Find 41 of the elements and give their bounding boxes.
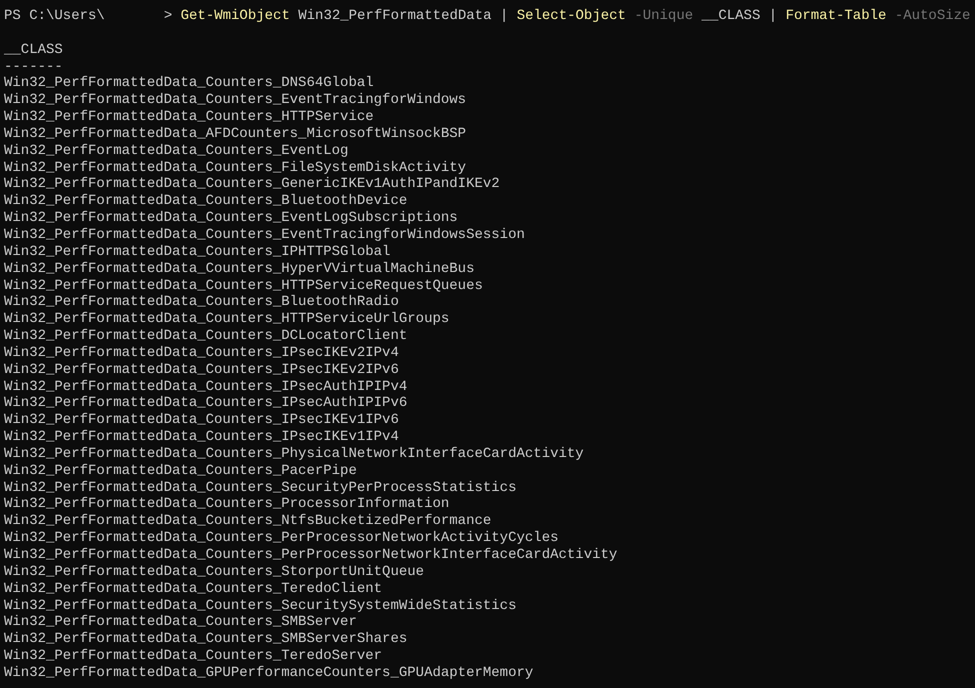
- table-cell: Win32_PerfFormattedData_Counters_HTTPService: [4, 109, 374, 126]
- table-cell: Win32_PerfFormattedData_Counters_SecurityPerProcessStatistics: [4, 480, 516, 496]
- table-cell: Win32_PerfFormattedData_Counters_SecuritySystemWideStatistics: [4, 598, 516, 614]
- table-cell: Win32_PerfFormattedData_Counters_GenericIKEv1AuthIPandIKEv2: [4, 176, 500, 194]
- table-cell: Win32_PerfFormattedData_Counters_FileSystemDiskActivity: [4, 160, 466, 176]
- table-cell: Win32_PerfFormattedData_Counters_BluetoothRadio: [4, 294, 399, 312]
- table-cell: Win32_PerfFormattedData_GPUPerformanceCounters_GPUAdapterMemory: [4, 664, 534, 682]
- header-underline: -------: [4, 58, 63, 76]
- table-cell: Win32_PerfFormattedData_Counters_IPsecAuthIPIPv4: [4, 378, 408, 396]
- table-cell: Win32_PerfFormattedData_Counters_SMBServerShares: [4, 631, 408, 648]
- table-cell: Win32_PerfFormattedData_Counters_PerProcessorNetworkActivityCycles: [4, 530, 558, 547]
- prompt-path: PS C:\Users\: [4, 8, 105, 25]
- table-cell: Win32_PerfFormattedData_Counters_HyperVVirtualMachineBus: [4, 260, 474, 278]
- table-cell: Win32_PerfFormattedData_Counters_EventTracingforWindows: [4, 92, 466, 110]
- table-cell: Win32_PerfFormattedData_Counters_DNS64Global: [4, 75, 374, 92]
- table-cell: Win32_PerfFormattedData_Counters_EventLog: [4, 142, 348, 160]
- table-cell: Win32_PerfFormattedData_Counters_EventTracingforWindowsSession: [4, 226, 525, 244]
- table-cell: Win32_PerfFormattedData_Counters_TeredoServer: [4, 648, 382, 665]
- table-cell: Win32_PerfFormattedData_Counters_TeredoClient: [4, 580, 382, 598]
- table-cell: Win32_PerfFormattedData_Counters_HTTPServiceRequestQueues: [4, 278, 483, 294]
- table-cell: Win32_PerfFormattedData_Counters_PhysicalNetworkInterfaceCardActivity: [4, 446, 584, 463]
- table-cell: Win32_PerfFormattedData_Counters_PacerPipe: [4, 462, 357, 480]
- table-cell: Win32_PerfFormattedData_Counters_DCLocatorClient: [4, 328, 408, 345]
- table-cell: Win32_PerfFormattedData_Counters_StorportUnitQueue: [4, 564, 424, 581]
- column-header: __CLASS: [4, 42, 63, 59]
- table-cell: Win32_PerfFormattedData_Counters_IPsecIKEv2IPv4: [4, 344, 399, 362]
- table-cell: Win32_PerfFormattedData_Counters_IPsecIKEv2IPv6: [4, 362, 399, 379]
- table-cell: Win32_PerfFormattedData_Counters_IPsecIKEv1IPv4: [4, 429, 399, 446]
- table-cell: Win32_PerfFormattedData_Counters_EventLogSubscriptions: [4, 210, 458, 227]
- table-cell: Win32_PerfFormattedData_Counters_IPsecIKEv1IPv6: [4, 412, 399, 430]
- table-cell: Win32_PerfFormattedData_Counters_PerProcessorNetworkInterfaceCardActivity: [4, 547, 618, 564]
- table-cell: Win32_PerfFormattedData_Counters_IPHTTPSGlobal: [4, 244, 390, 261]
- command-line: Get-WmiObject Win32_PerfFormattedData | Select-Object -Unique __CLASS | Format-Table -AutoSize: [180, 8, 970, 25]
- table-cell: Win32_PerfFormattedData_Counters_HTTPServiceUrlGroups: [4, 311, 450, 328]
- table-cell: Win32_PerfFormattedData_Counters_IPsecAuthIPIPv6: [4, 395, 408, 412]
- table-cell: Win32_PerfFormattedData_Counters_SMBServer: [4, 614, 357, 632]
- prompt-symbol: >: [164, 8, 172, 25]
- table-cell: Win32_PerfFormattedData_Counters_ProcessorInformation: [4, 496, 450, 514]
- table-cell: Win32_PerfFormattedData_Counters_BluetoothDevice: [4, 193, 408, 210]
- table-cell: Win32_PerfFormattedData_Counters_NtfsBucketizedPerformance: [4, 513, 492, 530]
- table-cell: Win32_PerfFormattedData_AFDCounters_MicrosoftWinsockBSP: [4, 126, 466, 143]
